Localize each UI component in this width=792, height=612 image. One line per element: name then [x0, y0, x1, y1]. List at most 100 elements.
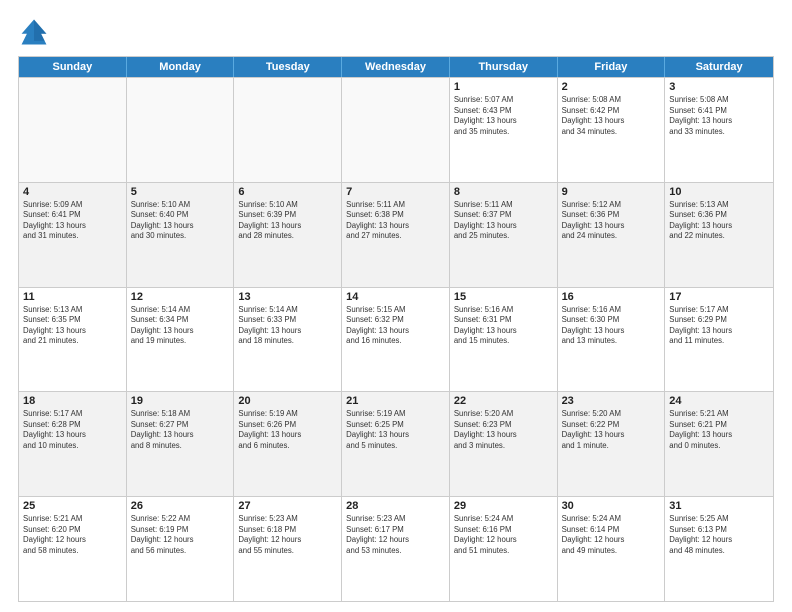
day-number: 25 — [23, 500, 122, 512]
header-day-monday: Monday — [127, 57, 235, 77]
calendar-cell: 17 Sunrise: 5:17 AM Sunset: 6:29 PM Dayli… — [665, 288, 773, 392]
calendar-cell: 10 Sunrise: 5:13 AM Sunset: 6:36 PM Dayli… — [665, 183, 773, 287]
calendar-cell: 9Sunrise: 5:12 AM Sunset: 6:36 PM Daylig… — [558, 183, 666, 287]
calendar-cell: 16Sunrise: 5:16 AM Sunset: 6:30 PM Dayli… — [558, 288, 666, 392]
day-info: Sunrise: 5:11 AM Sunset: 6:37 PM Dayligh… — [454, 200, 553, 242]
header-day-tuesday: Tuesday — [234, 57, 342, 77]
calendar-cell: 5 Sunrise: 5:10 AM Sunset: 6:40 PM Daylig… — [127, 183, 235, 287]
day-number: 18 — [23, 395, 122, 407]
calendar-cell: 8 Sunrise: 5:11 AM Sunset: 6:37 PM Daylig… — [450, 183, 558, 287]
day-info: Sunrise: 5:19 AM Sunset: 6:26 PM Dayligh… — [238, 409, 337, 451]
day-number: 27 — [238, 500, 337, 512]
day-info: Sunrise: 5:13 AM Sunset: 6:35 PM Dayligh… — [23, 305, 122, 347]
day-number: 20 — [238, 395, 337, 407]
day-number: 4 — [23, 186, 122, 198]
day-info: Sunrise: 5:19 AM Sunset: 6:25 PM Dayligh… — [346, 409, 445, 451]
calendar-cell: 28 Sunrise: 5:23 AM Sunset: 6:17 PM Dayli… — [342, 497, 450, 601]
day-number: 22 — [454, 395, 553, 407]
day-number: 3 — [669, 81, 769, 93]
calendar-cell: 23Sunrise: 5:20 AM Sunset: 6:22 PM Dayli… — [558, 392, 666, 496]
calendar-cell — [234, 78, 342, 182]
day-number: 29 — [454, 500, 553, 512]
calendar-cell: 20 Sunrise: 5:19 AM Sunset: 6:26 PM Dayli… — [234, 392, 342, 496]
header-day-wednesday: Wednesday — [342, 57, 450, 77]
day-number: 28 — [346, 500, 445, 512]
day-info: Sunrise: 5:10 AM Sunset: 6:39 PM Dayligh… — [238, 200, 337, 242]
day-number: 10 — [669, 186, 769, 198]
day-info: Sunrise: 5:20 AM Sunset: 6:23 PM Dayligh… — [454, 409, 553, 451]
day-number: 2 — [562, 81, 661, 93]
calendar-cell: 19 Sunrise: 5:18 AM Sunset: 6:27 PM Dayli… — [127, 392, 235, 496]
calendar-body: 1Sunrise: 5:07 AM Sunset: 6:43 PM Daylig… — [19, 77, 773, 601]
calendar-cell: 3 Sunrise: 5:08 AM Sunset: 6:41 PM Daylig… — [665, 78, 773, 182]
day-number: 15 — [454, 291, 553, 303]
day-info: Sunrise: 5:08 AM Sunset: 6:42 PM Dayligh… — [562, 95, 661, 137]
day-info: Sunrise: 5:10 AM Sunset: 6:40 PM Dayligh… — [131, 200, 230, 242]
day-info: Sunrise: 5:21 AM Sunset: 6:20 PM Dayligh… — [23, 514, 122, 556]
day-number: 6 — [238, 186, 337, 198]
day-number: 23 — [562, 395, 661, 407]
calendar-cell: 29 Sunrise: 5:24 AM Sunset: 6:16 PM Dayli… — [450, 497, 558, 601]
day-info: Sunrise: 5:24 AM Sunset: 6:14 PM Dayligh… — [562, 514, 661, 556]
day-info: Sunrise: 5:13 AM Sunset: 6:36 PM Dayligh… — [669, 200, 769, 242]
day-number: 21 — [346, 395, 445, 407]
day-info: Sunrise: 5:23 AM Sunset: 6:17 PM Dayligh… — [346, 514, 445, 556]
day-number: 8 — [454, 186, 553, 198]
calendar-cell: 1Sunrise: 5:07 AM Sunset: 6:43 PM Daylig… — [450, 78, 558, 182]
calendar: SundayMondayTuesdayWednesdayThursdayFrid… — [18, 56, 774, 602]
day-number: 7 — [346, 186, 445, 198]
day-info: Sunrise: 5:14 AM Sunset: 6:34 PM Dayligh… — [131, 305, 230, 347]
day-info: Sunrise: 5:09 AM Sunset: 6:41 PM Dayligh… — [23, 200, 122, 242]
day-number: 11 — [23, 291, 122, 303]
day-number: 30 — [562, 500, 661, 512]
day-number: 31 — [669, 500, 769, 512]
calendar-cell: 12 Sunrise: 5:14 AM Sunset: 6:34 PM Dayli… — [127, 288, 235, 392]
logo-icon — [18, 16, 50, 48]
calendar-cell — [342, 78, 450, 182]
calendar-row-2: 11 Sunrise: 5:13 AM Sunset: 6:35 PM Dayli… — [19, 287, 773, 392]
day-info: Sunrise: 5:22 AM Sunset: 6:19 PM Dayligh… — [131, 514, 230, 556]
calendar-cell: 21 Sunrise: 5:19 AM Sunset: 6:25 PM Dayli… — [342, 392, 450, 496]
day-info: Sunrise: 5:23 AM Sunset: 6:18 PM Dayligh… — [238, 514, 337, 556]
day-number: 14 — [346, 291, 445, 303]
header-day-sunday: Sunday — [19, 57, 127, 77]
day-number: 24 — [669, 395, 769, 407]
day-info: Sunrise: 5:11 AM Sunset: 6:38 PM Dayligh… — [346, 200, 445, 242]
calendar-row-4: 25 Sunrise: 5:21 AM Sunset: 6:20 PM Dayli… — [19, 496, 773, 601]
header-day-friday: Friday — [558, 57, 666, 77]
calendar-cell: 13Sunrise: 5:14 AM Sunset: 6:33 PM Dayli… — [234, 288, 342, 392]
calendar-cell — [19, 78, 127, 182]
day-number: 19 — [131, 395, 230, 407]
header — [18, 16, 774, 48]
calendar-row-0: 1Sunrise: 5:07 AM Sunset: 6:43 PM Daylig… — [19, 77, 773, 182]
day-info: Sunrise: 5:17 AM Sunset: 6:29 PM Dayligh… — [669, 305, 769, 347]
day-info: Sunrise: 5:18 AM Sunset: 6:27 PM Dayligh… — [131, 409, 230, 451]
calendar-cell: 31 Sunrise: 5:25 AM Sunset: 6:13 PM Dayli… — [665, 497, 773, 601]
calendar-cell: 7 Sunrise: 5:11 AM Sunset: 6:38 PM Daylig… — [342, 183, 450, 287]
calendar-cell: 6 Sunrise: 5:10 AM Sunset: 6:39 PM Daylig… — [234, 183, 342, 287]
calendar-cell: 18 Sunrise: 5:17 AM Sunset: 6:28 PM Dayli… — [19, 392, 127, 496]
day-number: 17 — [669, 291, 769, 303]
day-info: Sunrise: 5:15 AM Sunset: 6:32 PM Dayligh… — [346, 305, 445, 347]
day-info: Sunrise: 5:24 AM Sunset: 6:16 PM Dayligh… — [454, 514, 553, 556]
day-info: Sunrise: 5:17 AM Sunset: 6:28 PM Dayligh… — [23, 409, 122, 451]
day-info: Sunrise: 5:25 AM Sunset: 6:13 PM Dayligh… — [669, 514, 769, 556]
calendar-row-3: 18 Sunrise: 5:17 AM Sunset: 6:28 PM Dayli… — [19, 391, 773, 496]
calendar-cell: 25 Sunrise: 5:21 AM Sunset: 6:20 PM Dayli… — [19, 497, 127, 601]
calendar-cell: 24 Sunrise: 5:21 AM Sunset: 6:21 PM Dayli… — [665, 392, 773, 496]
day-number: 13 — [238, 291, 337, 303]
day-number: 12 — [131, 291, 230, 303]
calendar-cell: 15 Sunrise: 5:16 AM Sunset: 6:31 PM Dayli… — [450, 288, 558, 392]
day-info: Sunrise: 5:08 AM Sunset: 6:41 PM Dayligh… — [669, 95, 769, 137]
calendar-cell: 11 Sunrise: 5:13 AM Sunset: 6:35 PM Dayli… — [19, 288, 127, 392]
day-info: Sunrise: 5:16 AM Sunset: 6:31 PM Dayligh… — [454, 305, 553, 347]
day-number: 5 — [131, 186, 230, 198]
day-number: 26 — [131, 500, 230, 512]
calendar-cell: 22 Sunrise: 5:20 AM Sunset: 6:23 PM Dayli… — [450, 392, 558, 496]
page: SundayMondayTuesdayWednesdayThursdayFrid… — [0, 0, 792, 612]
calendar-cell: 27 Sunrise: 5:23 AM Sunset: 6:18 PM Dayli… — [234, 497, 342, 601]
day-info: Sunrise: 5:21 AM Sunset: 6:21 PM Dayligh… — [669, 409, 769, 451]
calendar-row-1: 4 Sunrise: 5:09 AM Sunset: 6:41 PM Daylig… — [19, 182, 773, 287]
calendar-cell: 26 Sunrise: 5:22 AM Sunset: 6:19 PM Dayli… — [127, 497, 235, 601]
calendar-header: SundayMondayTuesdayWednesdayThursdayFrid… — [19, 57, 773, 77]
